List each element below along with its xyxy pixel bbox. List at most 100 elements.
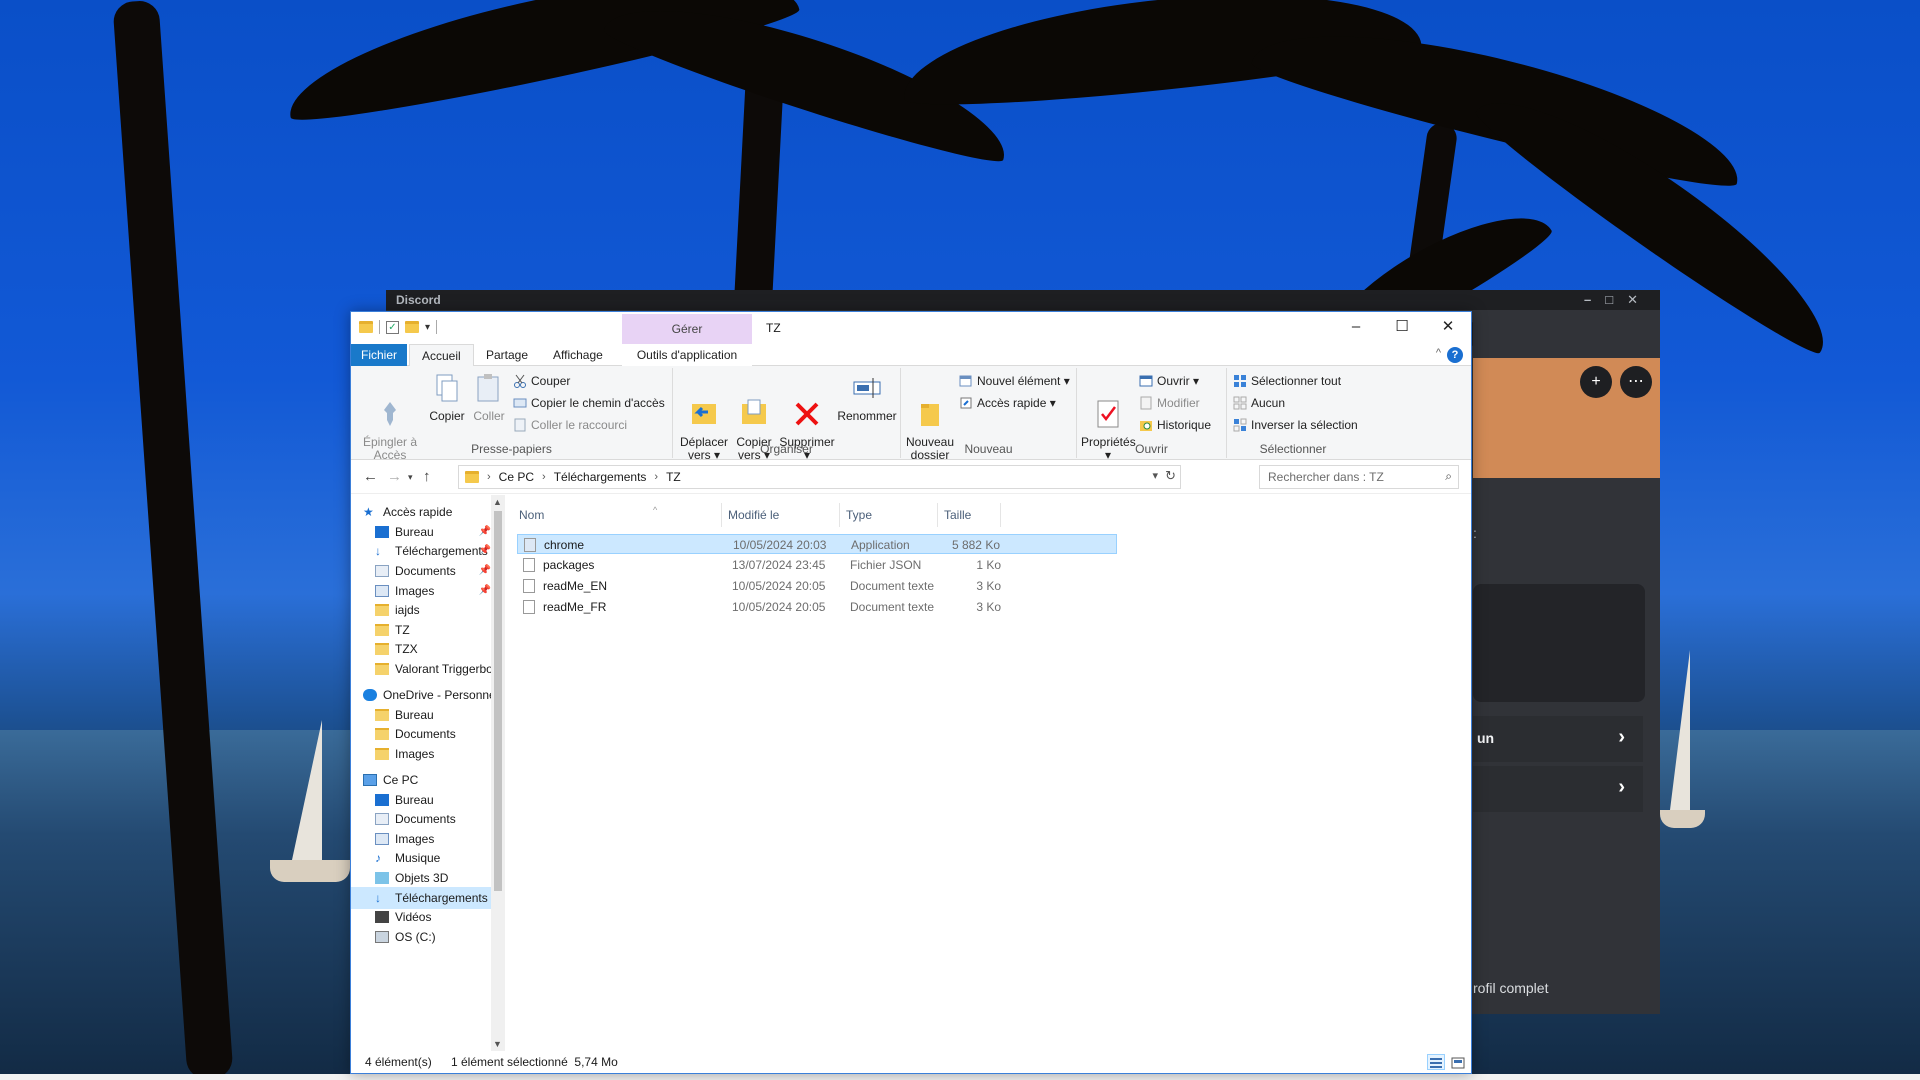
new-item-icon [959, 374, 973, 388]
cube-icon [375, 872, 389, 884]
sidebar-item[interactable]: ★ Accès rapide [351, 501, 491, 523]
sidebar-item[interactable]: Images 📌 [351, 580, 491, 602]
up-arrow-icon[interactable]: ↑ [423, 468, 431, 485]
back-arrow-icon[interactable]: ← [363, 468, 378, 485]
sidebar-item[interactable]: Bureau [351, 704, 491, 726]
history-button[interactable]: Historique [1139, 416, 1211, 434]
breadcrumb-item[interactable]: Ce PC [499, 470, 534, 484]
collapse-ribbon-icon[interactable]: ^ [1436, 347, 1441, 359]
tab-fichier[interactable]: Fichier [351, 344, 407, 366]
edit-button[interactable]: Modifier [1139, 394, 1200, 412]
sidebar-item[interactable]: Ce PC [351, 769, 491, 791]
sidebar-item[interactable]: Bureau [351, 789, 491, 811]
copy-button[interactable]: Copier [427, 372, 467, 423]
file-row[interactable]: readMe_FR 10/05/2024 20:05 Document texte 3… [517, 597, 1117, 617]
folder-icon [465, 471, 479, 483]
discord-row[interactable]: un › [1473, 716, 1643, 762]
forward-arrow-icon[interactable]: → [387, 468, 402, 485]
file-explorer-window[interactable]: ✓ ▾ Gérer TZ – ☐ ✕ Fichier Accueil Parta… [350, 311, 1472, 1074]
sidebar-item[interactable]: Documents [351, 723, 491, 745]
tab-gerer[interactable]: Gérer [622, 314, 752, 344]
scroll-thumb[interactable] [494, 511, 502, 891]
delete-icon [791, 385, 823, 426]
invert-selection-button[interactable]: Inverser la sélection [1233, 416, 1358, 434]
group-organiser: Déplacer vers ▾ Copier vers ▾ Supprimer … [673, 368, 901, 462]
tab-affichage[interactable]: Affichage [541, 344, 615, 366]
tab-partage[interactable]: Partage [474, 344, 540, 366]
discord-row[interactable]: › [1473, 766, 1643, 812]
select-all-button[interactable]: Sélectionner tout [1233, 372, 1341, 390]
large-icons-view-icon[interactable] [1449, 1054, 1467, 1070]
chevron-right-icon[interactable]: › [487, 471, 491, 483]
breadcrumb-item[interactable]: Téléchargements [554, 470, 647, 484]
file-row[interactable]: packages 13/07/2024 23:45 Fichier JSON 1 Ko [517, 555, 1117, 575]
tab-outils-application[interactable]: Outils d'application [622, 344, 752, 366]
sidebar-item[interactable]: ♪ Musique [351, 847, 491, 869]
sidebar-item[interactable]: Documents 📌 [351, 560, 491, 582]
paste-shortcut-icon [513, 418, 527, 432]
file-list: Nom ^ Modifié le Type Taille chrome 10/05… [513, 495, 1471, 1051]
sidebar-item[interactable]: TZ [351, 619, 491, 641]
group-selectionner: Sélectionner tout Aucun Inverser la séle… [1227, 368, 1359, 458]
column-header-nom[interactable]: Nom ^ [513, 503, 722, 527]
discord-full-profile-link[interactable]: rofil complet [1473, 980, 1548, 996]
quick-access-button[interactable]: Accès rapide ▾ [959, 394, 1056, 412]
sidebar-item[interactable]: Documents [351, 808, 491, 830]
help-icon[interactable]: ? [1447, 347, 1463, 363]
sidebar-item[interactable]: TZX [351, 638, 491, 660]
column-header-taille[interactable]: Taille [938, 503, 1001, 527]
sidebar-item[interactable]: Images [351, 743, 491, 765]
sidebar-item[interactable]: OS (C:) [351, 926, 491, 948]
column-header-modifie[interactable]: Modifié le [722, 503, 840, 527]
close-icon[interactable]: ✕ [1425, 312, 1471, 342]
new-folder-icon[interactable] [405, 321, 419, 333]
taskbar-edge [0, 1074, 1920, 1080]
sidebar-item[interactable]: Valorant Triggerbot [351, 658, 491, 680]
rename-button[interactable]: Renommer [837, 372, 897, 423]
column-header-type[interactable]: Type [840, 503, 938, 527]
invert-selection-icon [1233, 418, 1247, 432]
folder-icon [375, 728, 389, 740]
copy-path-button[interactable]: Copier le chemin d'accès [513, 394, 665, 412]
cut-button[interactable]: Couper [513, 372, 570, 390]
open-button[interactable]: Ouvrir ▾ [1139, 372, 1199, 390]
sidebar-item[interactable]: ↓ Téléchargements 📌 [351, 540, 491, 562]
chevron-right-icon[interactable]: › [654, 471, 658, 483]
minimize-icon[interactable]: – [1333, 312, 1379, 342]
sidebar-item[interactable]: Images [351, 828, 491, 850]
recent-locations-icon[interactable]: ▾ [408, 472, 413, 483]
scroll-down-icon[interactable]: ▼ [493, 1039, 502, 1049]
properties-icon[interactable]: ✓ [386, 320, 399, 334]
select-none-label: Aucun [1251, 396, 1286, 410]
paste-shortcut-label: Coller le raccourci [531, 418, 628, 432]
sidebar-item[interactable]: Vidéos [351, 906, 491, 928]
sidebar-item[interactable]: iajds [351, 599, 491, 621]
paste-icon [473, 372, 505, 404]
refresh-icon[interactable]: ↻ [1165, 468, 1176, 484]
scroll-up-icon[interactable]: ▲ [493, 497, 502, 507]
paste-shortcut-button[interactable]: Coller le raccourci [513, 416, 627, 434]
chevron-right-icon[interactable]: › [542, 471, 546, 483]
paste-button[interactable]: Coller [471, 372, 507, 423]
breadcrumb-item[interactable]: TZ [666, 470, 681, 484]
file-row[interactable]: readMe_EN 10/05/2024 20:05 Document texte 3… [517, 576, 1117, 596]
add-friend-icon[interactable]: + [1580, 366, 1612, 398]
sidebar-item[interactable]: Objets 3D [351, 867, 491, 889]
address-dropdown-icon[interactable]: ▾ [1152, 469, 1158, 482]
details-view-icon[interactable] [1427, 1054, 1445, 1070]
nav-scrollbar[interactable]: ▲ ▼ [491, 495, 505, 1051]
maximize-icon[interactable]: ☐ [1379, 312, 1425, 342]
search-input[interactable]: Rechercher dans : TZ ⌕ [1259, 465, 1459, 489]
new-item-button[interactable]: Nouvel élément ▾ [959, 372, 1070, 390]
more-options-icon[interactable]: ⋯ [1620, 366, 1652, 398]
tab-accueil[interactable]: Accueil [409, 344, 474, 367]
discord-window-controls[interactable]: –□✕ [1584, 292, 1652, 308]
search-icon[interactable]: ⌕ [1445, 469, 1452, 484]
file-row[interactable]: chrome 10/05/2024 20:03 Application 5 882 K… [517, 534, 1117, 554]
select-none-button[interactable]: Aucun [1233, 394, 1285, 412]
sidebar-item[interactable]: OneDrive - Personnel [351, 684, 491, 706]
sidebar-item[interactable]: ↓ Téléchargements [351, 887, 491, 909]
address-bar[interactable]: › Ce PC › Téléchargements › TZ ▾ ↻ [458, 465, 1181, 489]
sidebar-item[interactable]: Bureau 📌 [351, 521, 491, 543]
customize-toolbar-icon[interactable]: ▾ [425, 322, 430, 333]
